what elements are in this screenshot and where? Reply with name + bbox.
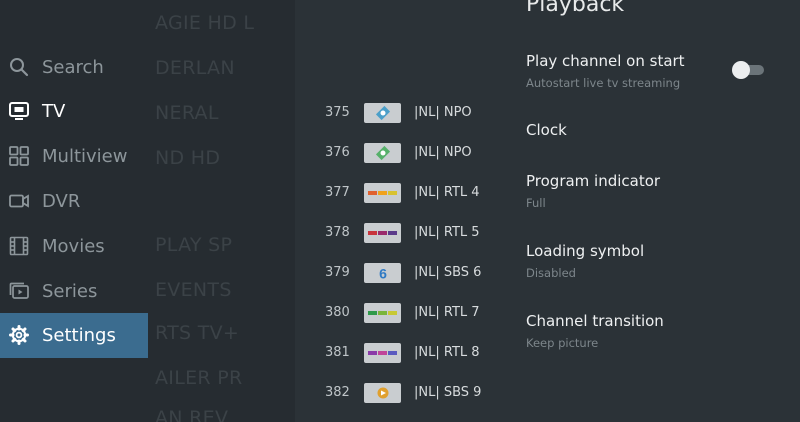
tv-icon	[7, 99, 31, 123]
sbs9-logo	[364, 383, 401, 403]
channel-number: 378	[325, 225, 350, 240]
setting-title: Program indicator	[526, 172, 661, 190]
setting-clock[interactable]: Clock	[526, 120, 786, 140]
channel-name: |NL| RTL 4	[414, 185, 480, 200]
play-on-start-toggle[interactable]	[732, 61, 766, 79]
nav-item-settings[interactable]: Settings	[0, 313, 148, 358]
setting-channel-transition[interactable]: Channel transition Keep picture	[526, 311, 786, 351]
nav-item-series[interactable]: Series	[0, 269, 148, 314]
channel-group-list: AGIE HD L DERLAN NERAL ND HD PLAY SP EVE…	[155, 0, 290, 422]
nav-item-label: TV	[42, 101, 66, 122]
setting-title: Channel transition	[526, 312, 664, 330]
nav-item-label: Search	[42, 57, 104, 78]
channel-number: 376	[325, 145, 350, 160]
rtl-logo	[364, 223, 401, 243]
channel-group-item[interactable]: AN REV	[155, 398, 290, 422]
rtl-logo	[364, 183, 401, 203]
channel-group-item[interactable]: RTS TV+	[155, 313, 290, 353]
channel-row[interactable]: 375 |NL| NPO	[295, 93, 495, 133]
channel-group-item[interactable]: PLAY SP	[155, 225, 290, 265]
channel-number: 381	[325, 345, 350, 360]
gear-icon	[7, 323, 31, 347]
npo-logo	[364, 143, 401, 163]
nav-item-dvr[interactable]: DVR	[0, 179, 148, 224]
channel-row[interactable]: 381 |NL| RTL 8	[295, 333, 495, 373]
nav-item-movies[interactable]: Movies	[0, 224, 148, 269]
channel-name: |NL| RTL 7	[414, 305, 480, 320]
channel-group-item[interactable]: AGIE HD L	[155, 3, 290, 43]
setting-subtitle: Keep picture	[526, 336, 599, 350]
setting-program-indicator[interactable]: Program indicator Full	[526, 171, 786, 211]
channel-row[interactable]: 376 |NL| NPO	[295, 133, 495, 173]
playback-settings-panel: Playback Play channel on start Autostart…	[495, 0, 800, 422]
rtl-logo	[364, 303, 401, 323]
film-icon	[7, 234, 31, 258]
channel-group-item[interactable]: EVENTS	[155, 270, 290, 310]
channel-list: 375 |NL| NPO 376 |NL| NPO 377 |NL| RTL 4…	[295, 0, 495, 422]
grid-icon	[7, 144, 31, 168]
nav-item-tv[interactable]: TV	[0, 89, 148, 134]
channel-row[interactable]: 379 6 |NL| SBS 6	[295, 253, 495, 293]
channel-number: 375	[325, 105, 350, 120]
nav-item-search[interactable]: Search	[0, 45, 148, 90]
channel-group-item[interactable]: ND HD	[155, 138, 290, 178]
sbs6-logo: 6	[364, 263, 401, 283]
nav-item-label: Multiview	[42, 146, 128, 167]
channel-number: 377	[325, 185, 350, 200]
channel-row[interactable]: 377 |NL| RTL 4	[295, 173, 495, 213]
setting-subtitle: Full	[526, 196, 546, 210]
toggle-knob	[732, 61, 750, 79]
channel-row[interactable]: 382 |NL| SBS 9	[295, 373, 495, 413]
channel-number: 380	[325, 305, 350, 320]
channel-name: |NL| RTL 5	[414, 225, 480, 240]
setting-title: Clock	[526, 121, 567, 139]
navigation-sidebar: AGIE HD L DERLAN NERAL ND HD PLAY SP EVE…	[0, 0, 295, 422]
channel-number: 379	[325, 265, 350, 280]
camera-icon	[7, 189, 31, 213]
channel-row[interactable]: 378 |NL| RTL 5	[295, 213, 495, 253]
channel-name: |NL| SBS 6	[414, 265, 482, 280]
nav-item-label: Settings	[42, 325, 116, 346]
npo-logo	[364, 103, 401, 123]
channel-name: |NL| RTL 8	[414, 345, 480, 360]
channel-name: |NL| SBS 9	[414, 385, 482, 400]
channel-number: 382	[325, 385, 350, 400]
channel-group-item[interactable]: DERLAN	[155, 48, 290, 88]
svg-text:6: 6	[379, 266, 387, 282]
setting-subtitle: Disabled	[526, 266, 576, 280]
nav-item-label: Movies	[42, 236, 105, 257]
panel-title: Playback	[526, 0, 625, 17]
nav-item-label: Series	[42, 281, 98, 302]
channel-group-item[interactable]: AILER PR	[155, 358, 290, 398]
channel-group-item[interactable]: NERAL	[155, 93, 290, 133]
series-icon	[7, 279, 31, 303]
setting-loading-symbol[interactable]: Loading symbol Disabled	[526, 241, 786, 281]
nav-item-multiview[interactable]: Multiview	[0, 134, 148, 179]
search-icon	[7, 55, 31, 79]
nav-item-label: DVR	[42, 191, 81, 212]
channel-name: |NL| NPO	[414, 145, 472, 160]
channel-row[interactable]: 380 |NL| RTL 7	[295, 293, 495, 333]
setting-title: Loading symbol	[526, 242, 645, 260]
rtl-logo	[364, 343, 401, 363]
channel-name: |NL| NPO	[414, 105, 472, 120]
